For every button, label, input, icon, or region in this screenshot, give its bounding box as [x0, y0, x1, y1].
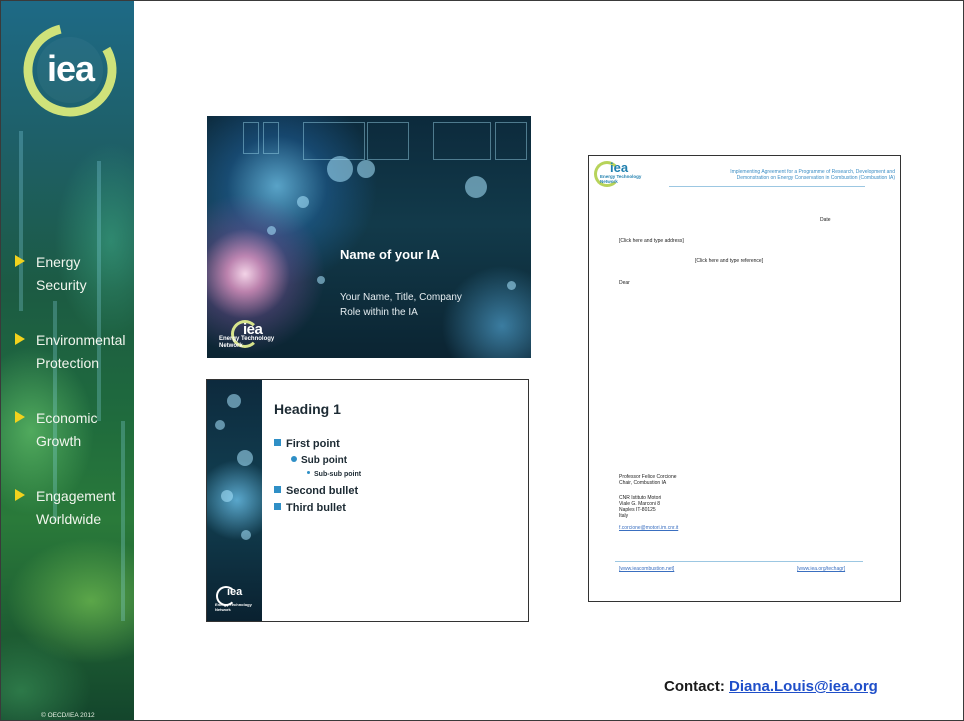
header-divider	[669, 186, 865, 187]
arrow-right-icon	[15, 489, 25, 501]
small-dot-bullet-icon	[307, 471, 310, 474]
decor-bokeh	[357, 160, 375, 178]
decor-grid	[263, 122, 279, 154]
institution-address: CNR Istituto Motori Viale G. Marconi 8 N…	[619, 495, 662, 519]
decor-bokeh	[297, 196, 309, 208]
slide-title: Name of your IA	[340, 247, 440, 262]
decor-bokeh	[221, 490, 233, 502]
bullet-sub-sub-point: Sub-sub point	[307, 471, 361, 478]
slide-side-strip: iea Energy Technology Network	[207, 380, 262, 621]
arrow-right-icon	[15, 411, 25, 423]
bullet-sub-point: Sub point	[291, 455, 347, 466]
footer-divider	[615, 561, 863, 562]
footer-left-link: [www.ieacombustion.net]	[619, 566, 675, 572]
etn-logo-text: iea	[227, 586, 243, 598]
arrow-right-icon	[15, 333, 25, 345]
square-bullet-icon	[274, 503, 281, 510]
decor-grid	[433, 122, 491, 160]
bullet-second: Second bullet	[274, 485, 358, 497]
slide-frame: iea Energy Security Environmental Protec…	[0, 0, 964, 721]
contact-line: Contact: Diana.Louis@iea.org	[664, 678, 878, 695]
decor-bokeh	[327, 156, 353, 182]
copyright-text: © OECD/IEA 2012	[41, 712, 95, 719]
etn-logo-subtext: Energy Technology Network	[219, 336, 275, 349]
sidebar-item-label: Economic Growth	[36, 410, 98, 449]
decor-bokeh	[507, 281, 516, 290]
etn-logo-text: iea	[610, 160, 629, 175]
light-streak	[97, 161, 101, 421]
square-bullet-icon	[274, 486, 281, 493]
decor-bokeh	[227, 394, 241, 408]
date-field: Date	[820, 217, 831, 223]
bullet-text: First point	[286, 438, 340, 450]
decor-bokeh	[465, 176, 487, 198]
light-streak	[121, 421, 125, 621]
contact-email-link[interactable]: Diana.Louis@iea.org	[729, 678, 878, 695]
decor-bokeh	[215, 420, 225, 430]
sidebar-item-label: Engagement Worldwide	[36, 488, 116, 527]
sidebar-item-engagement-worldwide: Engagement Worldwide	[15, 485, 115, 531]
letterhead-thumbnail: iea Energy Technology Network Implementi…	[588, 155, 901, 602]
sidebar-item-label: Energy Security	[36, 254, 87, 293]
etn-logo-subtext: Energy Technology Network	[600, 174, 642, 184]
bullet-text: Sub-sub point	[314, 471, 362, 478]
decor-grid	[303, 122, 365, 160]
signature-email-link: f.corcione@motori.im.cnr.it	[619, 525, 679, 531]
decor-grid	[495, 122, 527, 160]
decor-bokeh	[241, 530, 251, 540]
iea-logo: iea	[21, 21, 119, 119]
bullet-text: Third bullet	[286, 502, 346, 514]
sidebar-item-energy-security: Energy Security	[15, 251, 87, 297]
content-slide-thumbnail: iea Energy Technology Network Heading 1 …	[206, 379, 529, 622]
arrow-right-icon	[15, 255, 25, 267]
dot-bullet-icon	[291, 456, 297, 462]
reference-field: [Click here and type reference]	[695, 258, 764, 264]
sidebar-item-economic-growth: Economic Growth	[15, 407, 97, 453]
contact-label: Contact:	[664, 678, 729, 695]
signature-block: Professor Felice Corcione Chair, Combust…	[619, 474, 677, 486]
etn-logo: iea Energy Technology Network	[594, 160, 646, 187]
bullet-text: Sub point	[301, 455, 348, 466]
decor-grid	[367, 122, 409, 160]
bullet-third: Third bullet	[274, 502, 346, 514]
etn-logo: iea Energy Technology Network	[219, 320, 289, 350]
decor-bokeh	[267, 226, 276, 235]
decor-bokeh	[237, 450, 253, 466]
sidebar-item-environmental-protection: Environmental Protection	[15, 329, 126, 375]
bullet-text: Second bullet	[286, 485, 359, 497]
slide-subtitle: Your Name, Title, Company Role within th…	[340, 292, 462, 318]
square-bullet-icon	[274, 439, 281, 446]
decor-grid	[243, 122, 259, 154]
etn-logo-subtext: Energy Technology Network	[215, 602, 252, 612]
sidebar: iea Energy Security Environmental Protec…	[1, 1, 134, 720]
footer-right-link: [www.iea.org/techagr]	[797, 566, 846, 572]
salutation: Dear	[619, 280, 630, 286]
slide-heading: Heading 1	[274, 401, 341, 417]
iea-logo-text: iea	[47, 48, 95, 89]
etn-logo: iea Energy Technology Network	[215, 586, 259, 612]
bullet-first-point: First point	[274, 438, 340, 450]
letterhead-header: Implementing Agreement for a Programme o…	[730, 169, 895, 181]
decor-bokeh	[317, 276, 325, 284]
sidebar-item-label: Environmental Protection	[36, 332, 126, 371]
address-field: [Click here and type address]	[619, 238, 684, 244]
title-slide-thumbnail: Name of your IA Your Name, Title, Compan…	[207, 116, 531, 358]
